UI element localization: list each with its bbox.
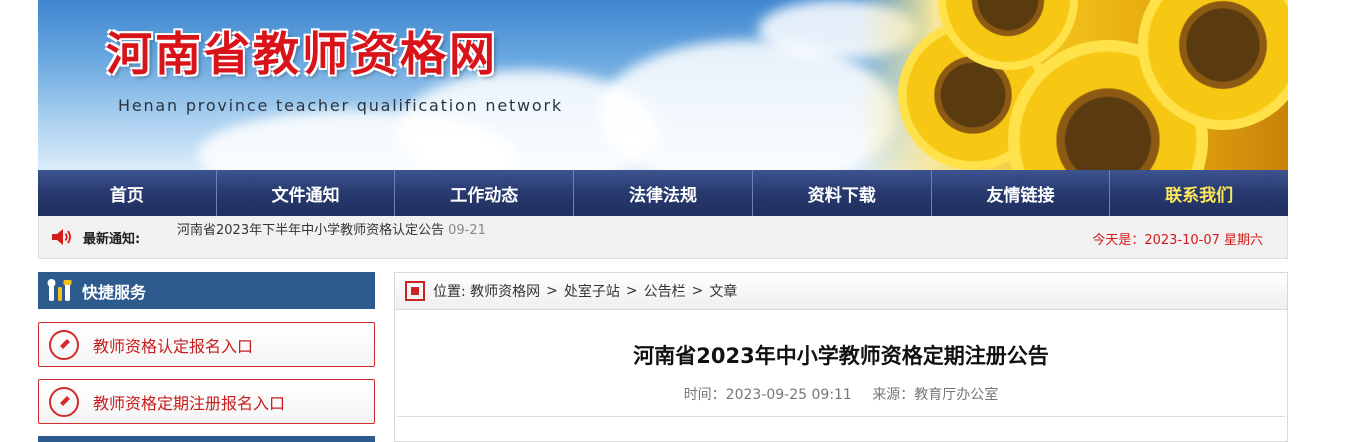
breadcrumb-item-home[interactable]: 教师资格网 [470,281,540,301]
main-nav: 首页 文件通知 工作动态 法律法规 资料下载 友情链接 联系我们 [38,170,1288,216]
breadcrumb: 位置: 教师资格网 > 处室子站 > 公告栏 > 文章 [395,273,1287,310]
breadcrumb-separator: > [691,283,704,299]
notice-item-link[interactable]: 河南省2023年下半年中小学教师资格认定公告 09-21 [177,219,486,238]
breadcrumb-separator: > [546,283,558,299]
nav-home[interactable]: 首页 [38,170,217,216]
sidebar-heading-text: 快捷服务 [82,282,147,302]
nav-laws[interactable]: 法律法规 [574,170,753,216]
sidebar-section-divider [38,436,375,442]
breadcrumb-prefix: 位置: [433,284,466,300]
location-icon [405,281,425,301]
notice-item-text: 河南省2023年下半年中小学教师资格认定公告 [177,223,445,238]
article-time: 时间：2023-09-25 09:11 [683,387,852,403]
nav-links[interactable]: 友情链接 [932,170,1111,216]
site-subtitle: Henan province teacher qualification net… [118,96,563,115]
notice-item-date: 09-21 [448,223,486,238]
header-banner: 河南省教师资格网 Henan province teacher qualific… [38,0,1288,170]
pen-icon [49,386,79,417]
notice-label: 最新通知: [83,232,141,247]
breadcrumb-item-bulletin[interactable]: 公告栏 [644,281,686,301]
today-date: 今天是：2023-10-07 星期六 [1092,233,1263,248]
breadcrumb-item-article[interactable]: 文章 [709,281,737,301]
sunflower-image [858,0,1288,170]
article-meta: 时间：2023-09-25 09:11 来源：教育厅办公室 [395,384,1287,404]
cloud-decoration [598,40,898,170]
latest-notice-bar: 最新通知: 河南省2023年下半年中小学教师资格认定公告 09-21 今天是：20… [38,216,1288,259]
tools-icon [47,278,72,301]
teacher-certification-signup-label: 教师资格认定报名入口 [93,336,254,356]
teacher-certification-signup-button[interactable]: 教师资格认定报名入口 [38,322,375,367]
nav-contact[interactable]: 联系我们 [1110,170,1288,216]
pen-icon [49,329,79,360]
page: 河南省教师资格网 Henan province teacher qualific… [38,0,1288,442]
breadcrumb-item-substation[interactable]: 处室子站 [564,281,620,301]
nav-work-news[interactable]: 工作动态 [395,170,575,216]
periodic-registration-signup-label: 教师资格定期注册报名入口 [93,393,286,413]
nav-notices[interactable]: 文件通知 [217,170,396,216]
article-title: 河南省2023年中小学教师资格定期注册公告 [633,344,1049,368]
breadcrumb-separator: > [625,283,638,299]
sidebar: 快捷服务 教师资格认定报名入口 教师资格定期注册报名入口 [38,272,375,442]
article-panel: 位置: 教师资格网 > 处室子站 > 公告栏 > 文章 河南省2023年中小学教… [394,272,1288,442]
site-title: 河南省教师资格网 [106,27,498,81]
speaker-icon [52,229,71,245]
periodic-registration-signup-button[interactable]: 教师资格定期注册报名入口 [38,379,375,424]
article-divider [397,416,1285,417]
sidebar-heading: 快捷服务 [38,272,375,309]
nav-downloads[interactable]: 资料下载 [753,170,932,216]
article-source: 来源：教育厅办公室 [872,387,999,403]
